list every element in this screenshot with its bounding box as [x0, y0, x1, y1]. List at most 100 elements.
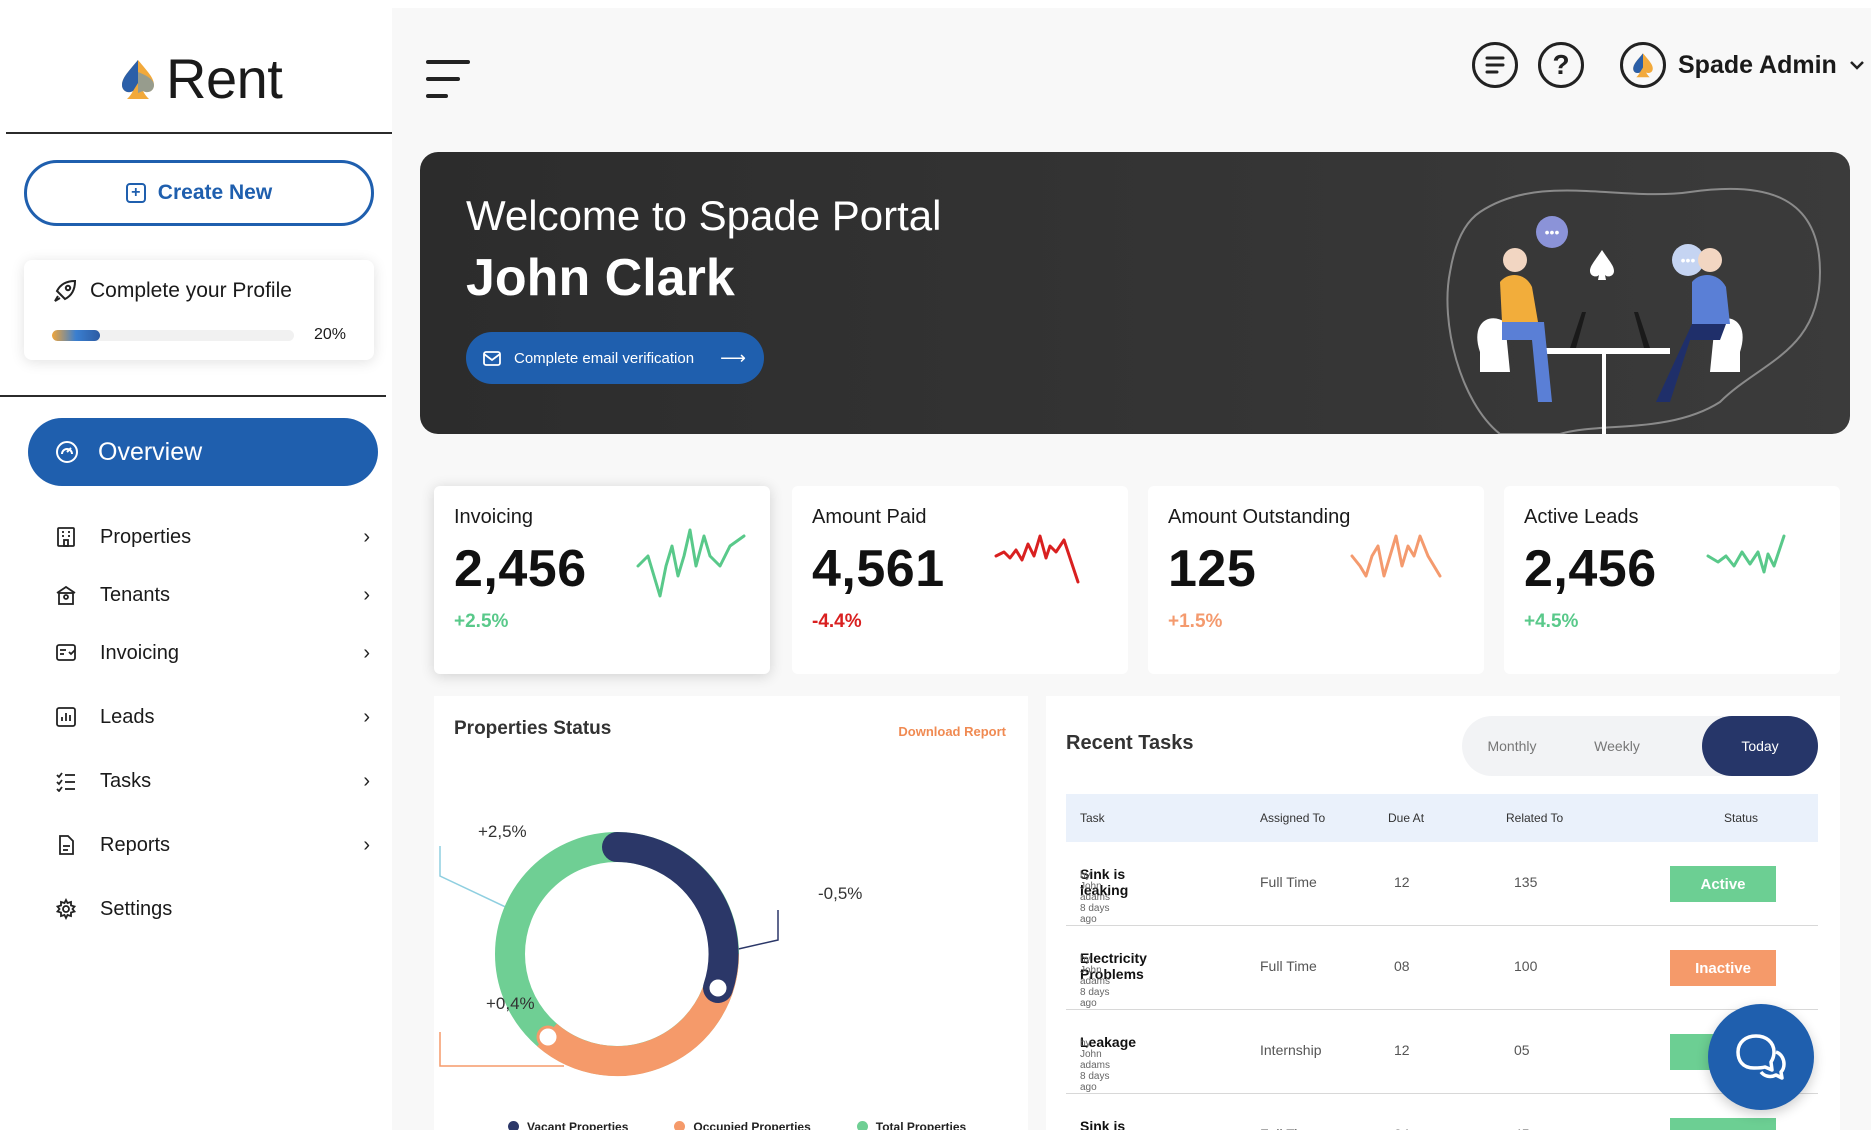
assigned-cell: Full Time: [1260, 958, 1317, 974]
sidebar-item-label: Settings: [100, 897, 173, 920]
legend-item: Occupied Properties: [674, 1120, 811, 1130]
tasks-table-header: Task Assigned To Due At Related To Statu…: [1066, 794, 1818, 842]
sidebar-item-properties[interactable]: Properties ›: [54, 505, 374, 569]
stat-delta: -4.4%: [812, 611, 862, 632]
status-badge[interactable]: Active: [1670, 866, 1776, 902]
chevron-right-icon: ›: [363, 705, 370, 728]
stat-delta: +4.5%: [1524, 611, 1579, 632]
legend-dot: [674, 1121, 686, 1130]
sidebar-item-settings[interactable]: Settings: [54, 877, 374, 941]
profile-completion-card[interactable]: Complete your Profile 20%: [24, 260, 374, 360]
tenants-icon: [54, 583, 78, 607]
period-weekly[interactable]: Weekly: [1562, 738, 1672, 754]
email-verification-label: Complete email verification: [514, 349, 695, 367]
sidebar-item-label: Properties: [100, 525, 192, 548]
properties-donut-chart: [439, 832, 779, 1077]
welcome-banner: Welcome to Spade Portal John Clark Compl…: [420, 152, 1850, 434]
header-actions: ? Spade Admin: [1472, 42, 1865, 88]
chat-bubbles-icon: [1736, 1034, 1786, 1080]
sidebar-item-reports[interactable]: Reports ›: [54, 813, 374, 877]
task-meta: by John adams 8 days ago: [1080, 954, 1111, 1009]
brand-logo[interactable]: Rent: [120, 46, 283, 111]
create-new-button[interactable]: + Create New: [24, 160, 374, 226]
status-label: Active: [1700, 875, 1746, 893]
due-cell: 08: [1394, 958, 1410, 974]
status-badge[interactable]: Inactive: [1670, 950, 1776, 986]
sidebar-item-tasks[interactable]: Tasks ›: [54, 749, 374, 813]
sidebar-item-label: Tasks: [100, 769, 152, 792]
stat-delta: +2.5%: [454, 611, 509, 632]
menu-toggle-button[interactable]: [424, 58, 472, 105]
annotation-line-a: [439, 846, 515, 912]
chevron-right-icon: ›: [363, 769, 370, 792]
donut-segment-vacant: [602, 832, 739, 1003]
email-verification-button[interactable]: Complete email verification ⟶: [466, 332, 764, 384]
messages-button[interactable]: [1472, 42, 1518, 88]
svg-text:•••: •••: [1681, 252, 1696, 268]
gear-icon: [54, 897, 78, 921]
avatar: [1620, 42, 1666, 88]
help-button[interactable]: ?: [1538, 42, 1584, 88]
properties-status-panel: Properties Status Download Report +2,5% …: [434, 696, 1028, 1130]
message-lines-icon: [1485, 56, 1505, 74]
checklist-icon: [54, 769, 78, 793]
table-row[interactable]: Leakage by John adams 8 days ago Internshi…: [1066, 1010, 1818, 1094]
building-icon: [54, 525, 78, 549]
stat-card-invoicing[interactable]: Invoicing 2,456 +2.5%: [434, 486, 770, 674]
sidebar-item-tenants[interactable]: Tenants ›: [54, 569, 374, 621]
profile-title: Complete your Profile: [90, 279, 292, 302]
plus-icon: +: [125, 183, 146, 203]
sparkline: [1706, 534, 1786, 574]
chevron-right-icon: ›: [363, 641, 370, 664]
sidebar-item-leads[interactable]: Leads ›: [54, 685, 374, 749]
sidebar-item-label: Tenants: [100, 583, 171, 606]
svg-text:•••: •••: [1545, 224, 1560, 240]
stat-card-active-leads[interactable]: Active Leads 2,456 +4.5%: [1504, 486, 1840, 674]
donut-knob-vacant: [706, 976, 730, 1000]
status-label: Inactive: [1695, 959, 1751, 977]
sidebar-item-invoicing[interactable]: Invoicing ›: [54, 621, 374, 685]
status-badge[interactable]: Active: [1670, 1118, 1776, 1130]
period-monthly[interactable]: Monthly: [1462, 738, 1562, 754]
sidebar-item-label: Invoicing: [100, 641, 179, 664]
stat-card-amount-outstanding[interactable]: Amount Outstanding 125 +1.5%: [1148, 486, 1484, 674]
nav-overview[interactable]: Overview: [28, 418, 378, 486]
period-today[interactable]: Today: [1702, 716, 1818, 776]
user-menu[interactable]: Spade Admin: [1620, 42, 1865, 88]
chat-button[interactable]: [1708, 1004, 1814, 1110]
table-row[interactable]: Sink is leaking by John adams 8 days ago F…: [1066, 842, 1818, 926]
assigned-cell: Full Time: [1260, 1126, 1317, 1130]
sidebar-item-label: Reports: [100, 833, 171, 856]
col-status: Status: [1724, 811, 1759, 825]
document-icon: [54, 833, 78, 857]
sparkline: [994, 534, 1080, 584]
legend-label: Total Properties: [875, 1120, 967, 1130]
legend-label: Occupied Properties: [693, 1120, 811, 1130]
stat-delta: +1.5%: [1168, 611, 1223, 632]
annotation-line-b: [733, 910, 779, 951]
question-icon: ?: [1552, 49, 1570, 80]
stat-card-amount-paid[interactable]: Amount Paid 4,561 -4.4%: [792, 486, 1128, 674]
table-row[interactable]: Sink is leaking Full Time 04 45 Active: [1066, 1094, 1818, 1130]
related-cell: 05: [1514, 1042, 1530, 1058]
chart-icon: [54, 705, 78, 729]
download-report-link[interactable]: Download Report: [898, 724, 1006, 739]
recent-tasks-title: Recent Tasks: [1066, 732, 1194, 754]
user-full-name: John Clark: [466, 249, 735, 307]
col-assigned: Assigned To: [1260, 811, 1326, 825]
col-task: Task: [1080, 811, 1105, 825]
legend-item: Total Properties: [856, 1120, 967, 1130]
annotation-b: -0,5%: [818, 884, 863, 903]
col-related: Related To: [1506, 811, 1564, 825]
table-row[interactable]: Electricity Problems by John adams 8 days…: [1066, 926, 1818, 1010]
task-meta: by John adams 8 days ago: [1080, 870, 1111, 925]
sidebar-nav: Properties › Tenants › Invoicing › Leads › Tasks…: [54, 505, 374, 941]
user-name: Spade Admin: [1678, 50, 1837, 79]
mail-check-icon: [483, 351, 501, 366]
properties-legend: Vacant Properties Occupied Properties Tota…: [508, 1120, 966, 1130]
hamburger-menu-icon: [426, 60, 470, 98]
task-meta: by John adams 8 days ago: [1080, 1038, 1111, 1093]
due-cell: 12: [1394, 1042, 1410, 1058]
related-cell: 100: [1514, 958, 1538, 974]
assigned-cell: Full Time: [1260, 874, 1317, 890]
